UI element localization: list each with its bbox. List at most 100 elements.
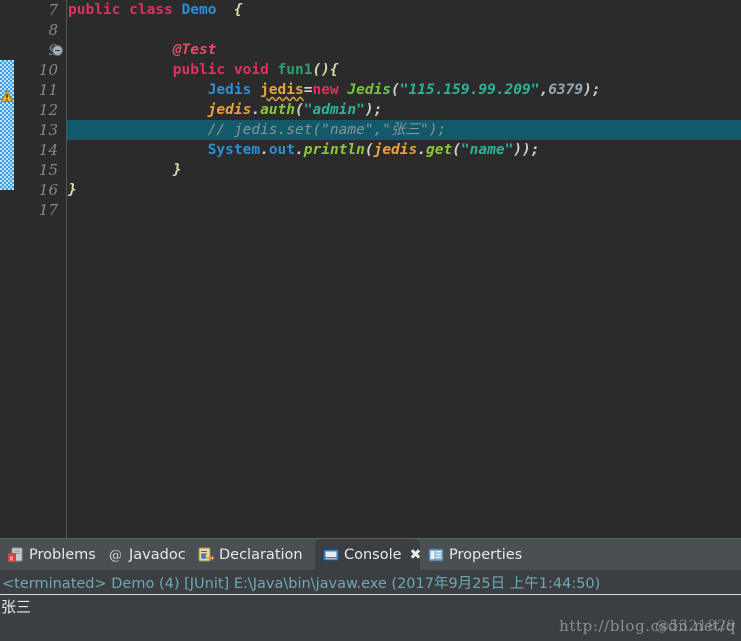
svg-text:@: @ xyxy=(109,549,122,564)
tab-label: Properties xyxy=(449,547,523,563)
watermark-url: http://blog.csdn.net/q xyxy=(559,617,736,635)
tab-label: Problems xyxy=(29,547,96,563)
code-token: System xyxy=(207,142,261,158)
code-editor[interactable]: 7891011121314151617 public class Demo { … xyxy=(0,0,741,538)
line-number: 15 xyxy=(38,161,58,179)
console-divider xyxy=(0,594,741,595)
code-token: void xyxy=(233,62,278,78)
code-line[interactable]: System.out.println(jedis.get("name")); xyxy=(68,140,540,160)
problems-icon: x xyxy=(8,547,24,563)
warning-icon[interactable] xyxy=(0,88,14,102)
code-token: Jedis xyxy=(207,82,261,98)
code-line[interactable]: // jedis.set("name","张三"); xyxy=(68,120,447,140)
code-token: 6379 xyxy=(548,82,584,98)
line-number: 13 xyxy=(38,121,58,139)
svg-text:x: x xyxy=(9,555,13,563)
code-line[interactable]: jedis.auth("admin"); xyxy=(68,100,383,120)
code-token: . xyxy=(260,142,269,158)
code-token: println xyxy=(303,142,365,158)
code-token: ); xyxy=(583,82,601,98)
code-token: Jedis xyxy=(347,82,392,98)
line-number: 10 xyxy=(38,61,58,79)
tab-label: Console xyxy=(344,547,402,563)
line-number: 16 xyxy=(38,181,58,199)
tab-label: Javadoc xyxy=(129,547,186,563)
code-token: . xyxy=(251,102,261,118)
tab-declaration[interactable]: Declaration xyxy=(190,539,315,571)
line-number: 17 xyxy=(38,201,58,219)
code-token: fun1 xyxy=(277,62,313,78)
code-token: ( xyxy=(391,82,400,98)
code-token: ( xyxy=(364,142,374,158)
code-token: jedis xyxy=(373,142,418,158)
code-token: get xyxy=(425,142,453,158)
code-token: "admin" xyxy=(303,102,365,118)
code-line[interactable]: public class Demo { xyxy=(68,0,243,20)
code-token: { xyxy=(233,2,243,18)
fold-collapse-icon[interactable] xyxy=(52,45,63,56)
code-token: class xyxy=(129,2,182,18)
watermark: http://blog.csdn.net/q @5321829 xyxy=(298,611,738,637)
code-token: jedis xyxy=(207,102,252,118)
code-token: out xyxy=(268,142,296,158)
code-token: Demo xyxy=(181,2,217,18)
tab-javadoc[interactable]: @ Javadoc xyxy=(100,539,190,571)
line-number: 12 xyxy=(38,101,58,119)
code-token: "115.159.99.209" xyxy=(399,82,540,98)
code-line[interactable]: Jedis jedis=new Jedis("115.159.99.209",6… xyxy=(68,80,601,100)
code-token: , xyxy=(539,82,549,98)
code-token: public xyxy=(68,2,130,18)
console-output-text: 张三 xyxy=(1,598,32,616)
annotation-marker-block[interactable] xyxy=(0,60,14,190)
code-token: ( xyxy=(295,102,304,118)
properties-icon xyxy=(428,547,444,563)
code-token: jedis xyxy=(260,82,304,98)
code-line[interactable]: public void fun1(){ xyxy=(68,60,339,80)
code-token: ( xyxy=(452,142,461,158)
watermark-user: @5321829 xyxy=(654,618,736,634)
javadoc-icon: @ xyxy=(108,547,124,564)
console-terminated-label: <terminated> Demo (4) [JUnit] E:\Java\bi… xyxy=(2,576,601,592)
code-content[interactable]: public class Demo { @Test public void fu… xyxy=(68,0,741,538)
code-token: ); xyxy=(364,102,383,118)
code-token: { xyxy=(329,62,339,78)
declaration-icon xyxy=(198,547,214,563)
tab-label: Declaration xyxy=(219,547,303,563)
line-number: 8 xyxy=(48,21,58,39)
line-number: 14 xyxy=(38,141,58,159)
code-token: auth xyxy=(260,102,295,118)
line-number-gutter[interactable]: 7891011121314151617 xyxy=(14,0,67,538)
code-line[interactable]: @Test xyxy=(68,40,217,60)
eclipse-window: 7891011121314151617 public class Demo { … xyxy=(0,0,741,641)
annotation-overview-bar[interactable] xyxy=(0,0,14,538)
code-line[interactable]: } xyxy=(68,160,182,180)
code-token: () xyxy=(312,62,330,78)
tab-properties[interactable]: Properties xyxy=(420,539,530,571)
code-token: } xyxy=(68,182,77,198)
code-token: "name" xyxy=(460,142,514,158)
code-token: . xyxy=(295,142,304,158)
line-number: 11 xyxy=(38,81,58,99)
view-tabbar[interactable]: x Problems @ Javadoc Declaration Console ✖ Prop… xyxy=(0,538,741,571)
console-view[interactable]: <terminated> Demo (4) [JUnit] E:\Java\bi… xyxy=(0,570,741,641)
code-token: . xyxy=(417,142,426,158)
console-icon xyxy=(323,547,339,563)
bottom-panel: x Problems @ Javadoc Declaration Console ✖ Prop… xyxy=(0,538,741,641)
code-token: )); xyxy=(513,142,540,158)
code-line[interactable]: } xyxy=(68,180,77,200)
code-token: public xyxy=(172,62,234,78)
code-token: @Test xyxy=(172,42,217,58)
code-token: // jedis.set("name","张三"); xyxy=(207,122,447,138)
line-number: 7 xyxy=(48,1,58,19)
tab-problems[interactable]: x Problems xyxy=(0,539,100,571)
code-token: } xyxy=(172,162,182,178)
tab-console[interactable]: Console ✖ xyxy=(315,539,421,571)
